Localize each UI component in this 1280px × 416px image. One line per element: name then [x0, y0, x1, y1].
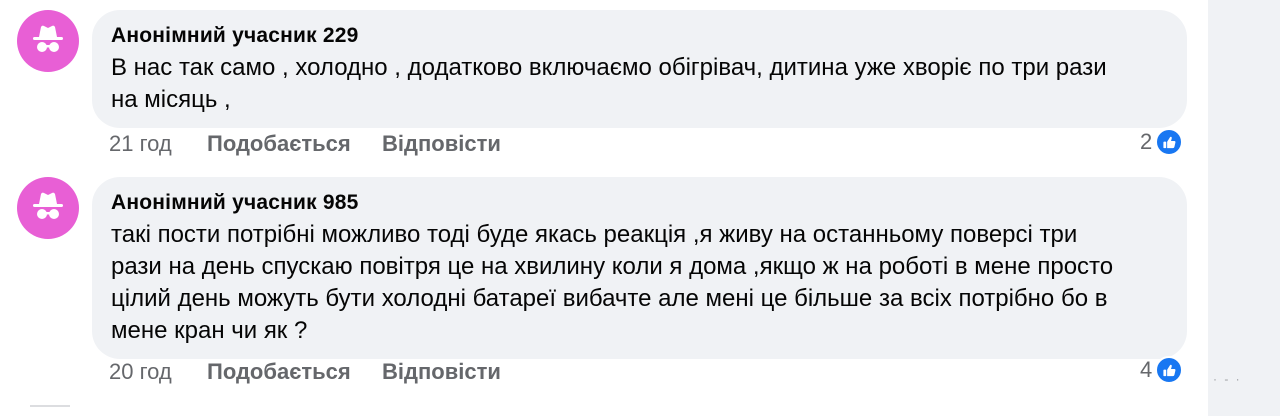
comment-text: такі пости потрібні можливо тоді буде як…	[111, 221, 1114, 344]
reaction-summary[interactable]: 4	[1140, 356, 1184, 384]
comment-timestamp[interactable]: 20 год	[109, 359, 172, 385]
like-icon	[1155, 356, 1184, 384]
decorative-dots: · - ·	[1213, 372, 1242, 386]
comment-timestamp[interactable]: 21 год	[109, 131, 172, 157]
like-button[interactable]: Подобається	[207, 131, 351, 157]
comment-author[interactable]: Анонімний учасник 229	[111, 23, 1167, 49]
comment-author[interactable]: Анонімний учасник 985	[111, 190, 1167, 216]
comment-item: Анонімний учасник 229 В нас так само , х…	[0, 0, 1210, 165]
reaction-count: 2	[1140, 129, 1153, 154]
reply-button[interactable]: Відповісти	[382, 131, 501, 157]
comment-item: Анонімний учасник 985 такі пости потрібн…	[0, 165, 1210, 405]
anonymous-avatar-icon[interactable]	[17, 177, 79, 239]
divider	[30, 405, 70, 407]
reaction-summary[interactable]: 2	[1140, 128, 1184, 156]
comment-text: В нас так само , холодно , додатково вкл…	[111, 54, 1107, 113]
comment-bubble: Анонімний учасник 985 такі пости потрібн…	[92, 177, 1187, 359]
like-button[interactable]: Подобається	[207, 359, 351, 385]
like-icon	[1155, 128, 1184, 156]
reaction-count: 4	[1140, 357, 1153, 382]
comment-bubble: Анонімний учасник 229 В нас так само , х…	[92, 10, 1187, 128]
right-edge-panel	[1208, 0, 1280, 416]
anonymous-avatar-icon[interactable]	[17, 10, 79, 72]
reply-button[interactable]: Відповісти	[382, 359, 501, 385]
